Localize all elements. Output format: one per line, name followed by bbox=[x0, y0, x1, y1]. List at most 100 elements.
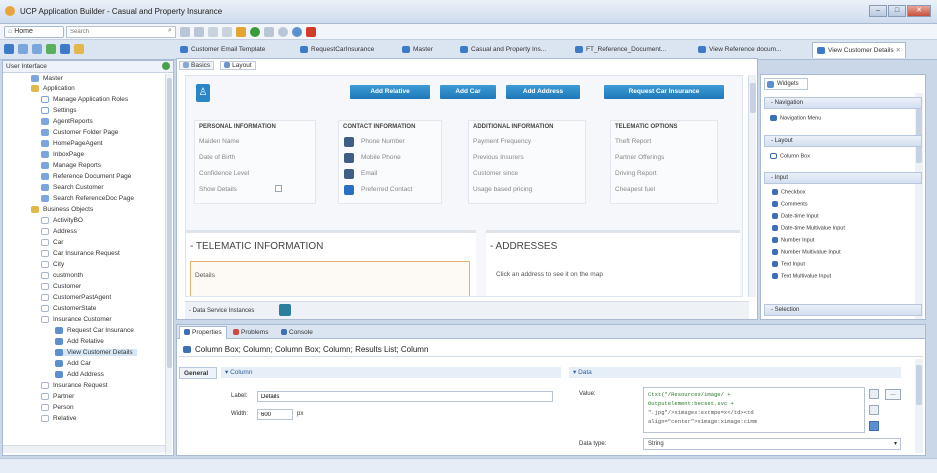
sidebar-item-homepageagent[interactable]: HomePageAgent bbox=[41, 140, 103, 147]
expression-icon[interactable] bbox=[869, 389, 879, 399]
sidebar-item-insurance-request[interactable]: Insurance Request bbox=[41, 382, 108, 389]
sidebar-item-manage-roles[interactable]: Manage Application Roles bbox=[41, 96, 128, 103]
data-service-icon[interactable] bbox=[279, 304, 291, 316]
search-icon[interactable]: ⌕ bbox=[168, 27, 172, 35]
data-service-label[interactable]: - Data Service Instances bbox=[189, 308, 254, 314]
folder-icon[interactable] bbox=[74, 44, 84, 54]
run-icon[interactable] bbox=[250, 27, 260, 37]
add-car-button[interactable]: Add Car bbox=[440, 85, 496, 99]
palette-item-datetime-input[interactable]: Date-time Input bbox=[772, 213, 819, 219]
sidebar-item-settings[interactable]: Settings bbox=[41, 107, 77, 114]
more-button[interactable]: … bbox=[885, 389, 901, 400]
save-icon[interactable] bbox=[194, 27, 204, 37]
sidebar-item-add-car[interactable]: Add Car bbox=[55, 360, 91, 367]
sidebar-scrollbar[interactable] bbox=[165, 74, 172, 454]
sidebar-item-car[interactable]: Car bbox=[41, 239, 63, 246]
copy-icon[interactable] bbox=[32, 44, 42, 54]
scrollbar-thumb[interactable] bbox=[916, 365, 922, 405]
palette-item-column-box[interactable]: Column Box bbox=[770, 153, 810, 159]
palette-category-navigation[interactable]: - Navigation bbox=[764, 97, 922, 109]
sidebar-item-customerstate[interactable]: CustomerState bbox=[41, 305, 96, 312]
sidebar-item-add-relative[interactable]: Add Relative bbox=[55, 338, 104, 345]
sidebar-item-application[interactable]: Application bbox=[31, 85, 75, 92]
scrollbar-thumb[interactable] bbox=[167, 78, 172, 368]
help-icon[interactable] bbox=[278, 27, 288, 37]
general-tab[interactable]: General bbox=[179, 367, 217, 379]
sidebar-item-car-insurance-request[interactable]: Car Insurance Request bbox=[41, 250, 120, 257]
palette-scrollbar[interactable] bbox=[915, 93, 923, 319]
sidebar-item-add-address[interactable]: Add Address bbox=[55, 371, 104, 378]
checkbox-icon[interactable] bbox=[275, 185, 282, 192]
home-button[interactable]: ⌂ Home bbox=[4, 26, 64, 38]
tab-problems[interactable]: Problems bbox=[233, 327, 268, 339]
column-section-header[interactable]: ▾ Column bbox=[221, 367, 561, 378]
sidebar-item-partner[interactable]: Partner bbox=[41, 393, 74, 400]
undo-icon[interactable] bbox=[208, 27, 218, 37]
sidebar-item-manage-reports[interactable]: Manage Reports bbox=[41, 162, 101, 169]
palette-item-text-multivalue[interactable]: Text Multivalue Input bbox=[772, 273, 831, 279]
palette-item-number-input[interactable]: Number Input bbox=[772, 237, 814, 243]
add-address-button[interactable]: Add Address bbox=[506, 85, 580, 99]
palette-item-checkbox[interactable]: Checkbox bbox=[772, 189, 805, 195]
new-icon[interactable] bbox=[180, 27, 190, 37]
add-folder-icon[interactable] bbox=[4, 44, 14, 54]
palette-item-datetime-multivalue[interactable]: Date-time Multivalue Input bbox=[772, 225, 845, 231]
scrollbar-thumb[interactable] bbox=[916, 103, 922, 163]
sidebar-item-insurance-customer[interactable]: Insurance Customer bbox=[41, 316, 112, 323]
palette-tab-widgets[interactable]: Widgets bbox=[764, 78, 808, 90]
sidebar-item-address[interactable]: Address bbox=[41, 228, 77, 235]
filter-icon[interactable] bbox=[46, 44, 56, 54]
sidebar-item-business-objects[interactable]: Business Objects bbox=[31, 206, 93, 213]
new-page-icon[interactable] bbox=[18, 44, 28, 54]
layout-icon[interactable] bbox=[264, 27, 274, 37]
tab-casual-property[interactable]: Casual and Property Ins... bbox=[460, 42, 546, 58]
tab-layout[interactable]: Layout bbox=[220, 61, 256, 70]
minimize-icon[interactable]: – bbox=[869, 5, 887, 17]
sidebar-hscrollbar[interactable] bbox=[3, 445, 165, 453]
grid-icon[interactable] bbox=[60, 44, 70, 54]
sidebar-item-agentreports[interactable]: AgentReports bbox=[41, 118, 93, 125]
sidebar-item-search-customer[interactable]: Search Customer bbox=[41, 184, 104, 191]
sidebar-item-view-customer-details[interactable]: View Customer Details bbox=[55, 349, 137, 357]
close-tab-icon[interactable]: ✕ bbox=[895, 47, 900, 54]
palette-item-comments[interactable]: Comments bbox=[772, 201, 808, 207]
refresh-icon[interactable] bbox=[292, 27, 302, 37]
tab-request-car-insurance[interactable]: RequestCarInsurance bbox=[300, 42, 374, 58]
close-icon[interactable]: ✕ bbox=[907, 5, 931, 17]
canvas-scrollbar[interactable] bbox=[748, 75, 756, 297]
sidebar-item-inboxpage[interactable]: InboxPage bbox=[41, 151, 84, 158]
value-editor[interactable]: Ctxt("/Resources/image/ + Outputelement:… bbox=[643, 387, 865, 433]
sidebar-item-relative[interactable]: Relative bbox=[41, 415, 76, 422]
label-input[interactable] bbox=[257, 391, 553, 402]
sidebar-item-customer-folder[interactable]: Customer Folder Page bbox=[41, 129, 118, 136]
tab-master[interactable]: Master bbox=[402, 42, 433, 58]
sidebar-item-person[interactable]: Person bbox=[41, 404, 74, 411]
request-car-insurance-button[interactable]: Request Car Insurance bbox=[604, 85, 724, 99]
search-input[interactable] bbox=[66, 26, 176, 38]
sidebar-item-search-refdoc[interactable]: Search ReferenceDoc Page bbox=[41, 195, 134, 202]
palette-item-navigation-menu[interactable]: Navigation Menu bbox=[770, 115, 821, 121]
tab-view-customer-details[interactable]: View Customer Details ✕ bbox=[812, 42, 906, 58]
maximize-icon[interactable]: □ bbox=[888, 5, 906, 17]
sidebar-item-request-car-insurance[interactable]: Request Car Insurance bbox=[55, 327, 134, 334]
help-icon[interactable] bbox=[869, 421, 879, 431]
scrollbar-thumb[interactable] bbox=[750, 83, 756, 113]
delete-icon[interactable] bbox=[306, 27, 316, 37]
sidebar-item-city[interactable]: City bbox=[41, 261, 64, 268]
sidebar-item-activitybo[interactable]: ActivityBO bbox=[41, 217, 83, 224]
palette-category-selection[interactable]: - Selection bbox=[764, 304, 922, 316]
redo-icon[interactable] bbox=[222, 27, 232, 37]
tab-view-reference[interactable]: View Reference docum... bbox=[698, 42, 782, 58]
tab-basics[interactable]: Basics bbox=[179, 61, 215, 70]
sync-icon[interactable] bbox=[162, 62, 170, 70]
add-relative-button[interactable]: Add Relative bbox=[350, 85, 430, 99]
tab-ft-reference[interactable]: FT_Reference_Document... bbox=[575, 42, 666, 58]
sidebar-item-reference-doc[interactable]: Reference Document Page bbox=[41, 173, 131, 180]
palette-item-text-input[interactable]: Text Input bbox=[772, 261, 805, 267]
tab-properties[interactable]: Properties bbox=[179, 326, 227, 339]
datatype-select[interactable]: String ▾ bbox=[643, 438, 901, 450]
sidebar-item-customer[interactable]: Customer bbox=[41, 283, 81, 290]
sidebar-item-custmonth[interactable]: custmonth bbox=[41, 272, 83, 279]
data-section-header[interactable]: ▾ Data bbox=[569, 367, 901, 378]
tab-customer-email-template[interactable]: Customer Email Template bbox=[180, 42, 265, 58]
